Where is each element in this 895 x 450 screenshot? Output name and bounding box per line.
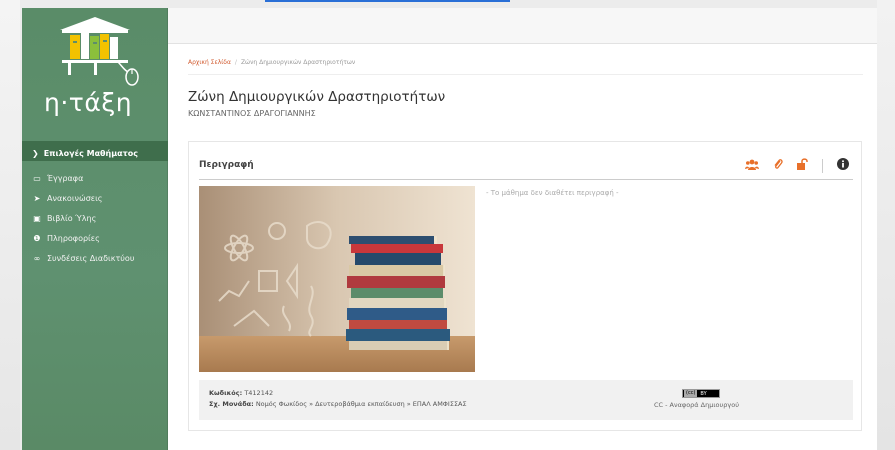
sidebar-item-label: Συνδέσεις Διαδικτύου — [47, 253, 135, 263]
school-unit-row: Σχ. Μονάδα: Νομός Φωκίδος » Δευτεροβάθμι… — [209, 400, 467, 408]
chevron-down-icon: ❯ — [32, 149, 39, 158]
sidebar: η·τάξη ❯ Επιλογές Μαθήματος ▭ Έγγραφα ➤ … — [22, 8, 168, 450]
sidebar-item-documents[interactable]: ▭ Έγγραφα — [22, 168, 168, 188]
panel-title: Περιγραφή — [199, 160, 254, 170]
course-image — [199, 186, 475, 372]
sidebar-item-label: Βιβλίο Ύλης — [47, 213, 97, 223]
breadcrumb-divider — [188, 74, 863, 75]
toolbar-divider — [822, 158, 823, 173]
paperclip-icon[interactable] — [773, 158, 783, 173]
sidebar-item-label: Πληροφορίες — [47, 233, 100, 243]
breadcrumb: Αρχική Σελίδα / Ζώνη Δημιουργικών Δραστηρι… — [188, 59, 355, 66]
sidebar-item-links[interactable]: ∞ Συνδέσεις Διαδικτύου — [22, 248, 168, 268]
course-options-header[interactable]: ❯ Επιλογές Μαθήματος — [22, 141, 168, 161]
license-text: CC - Αναφορά Δημιουργού — [654, 401, 740, 409]
course-code-label: Κωδικός: — [209, 389, 243, 397]
cc-badge-by: BY — [700, 390, 707, 397]
logo[interactable]: η·τάξη — [22, 8, 168, 133]
megaphone-icon: ➤ — [33, 193, 41, 203]
page-background-right — [877, 0, 895, 450]
link-icon: ∞ — [33, 253, 41, 263]
course-options-label: Επιλογές Μαθήματος — [43, 149, 138, 158]
main-content: Αρχική Σελίδα / Ζώνη Δημιουργικών Δραστηρι… — [168, 44, 877, 450]
course-code-value: T412142 — [244, 389, 274, 397]
sidebar-item-label: Ανακοινώσεις — [47, 193, 103, 203]
sidebar-item-label: Έγγραφα — [47, 173, 84, 183]
sidebar-item-information[interactable]: ❶ Πληροφορίες — [22, 228, 168, 248]
top-link-bar — [265, 0, 510, 2]
unlock-icon[interactable] — [797, 158, 808, 173]
breadcrumb-home-link[interactable]: Αρχική Σελίδα — [188, 59, 231, 66]
logo-text: η·τάξη — [44, 88, 133, 117]
sidebar-menu: ▭ Έγγραφα ➤ Ανακοινώσεις ▣ Βιβλίο Ύλης ❶… — [22, 168, 168, 268]
panel-toolbar — [745, 158, 849, 173]
sidebar-item-course-book[interactable]: ▣ Βιβλίο Ύλης — [22, 208, 168, 228]
info-icon: ❶ — [33, 233, 41, 243]
page-title: Ζώνη Δημιουργικών Δραστηριοτήτων — [188, 89, 446, 105]
cc-license-badge[interactable]: (cc) BY — [682, 389, 720, 398]
panel-header: Περιγραφή — [199, 152, 853, 180]
school-unit-label: Σχ. Μονάδα: — [209, 400, 254, 408]
top-navbar — [168, 8, 877, 44]
calendar-icon: ▣ — [33, 213, 41, 223]
course-info-footer: Κωδικός: T412142 Σχ. Μονάδα: Νομός Φωκίδ… — [199, 380, 853, 420]
no-description-text: - Το μάθημα δεν διαθέτει περιγραφή - — [486, 189, 619, 197]
info-icon[interactable] — [837, 158, 849, 173]
school-logo-icon — [60, 17, 139, 86]
school-unit-value: Νομός Φωκίδος » Δευτεροβάθμια εκπαίδευση… — [255, 400, 467, 408]
cc-badge-cc: (cc) — [684, 390, 698, 397]
sidebar-item-announcements[interactable]: ➤ Ανακοινώσεις — [22, 188, 168, 208]
course-instructor: ΚΩΝΣΤΑΝΤΙΝΟΣ ΔΡΑΓΟΓΙΑΝΝΗΣ — [188, 109, 316, 118]
page-background-left — [0, 0, 20, 450]
breadcrumb-separator: / — [234, 59, 237, 66]
breadcrumb-current: Ζώνη Δημιουργικών Δραστηριοτήτων — [240, 59, 356, 66]
users-icon[interactable] — [745, 159, 759, 173]
course-code-row: Κωδικός: T412142 — [209, 389, 273, 397]
description-panel: Περιγραφή - Το μάθημα δεν διαθέτει περιγ… — [188, 141, 862, 431]
folder-icon: ▭ — [33, 173, 41, 183]
